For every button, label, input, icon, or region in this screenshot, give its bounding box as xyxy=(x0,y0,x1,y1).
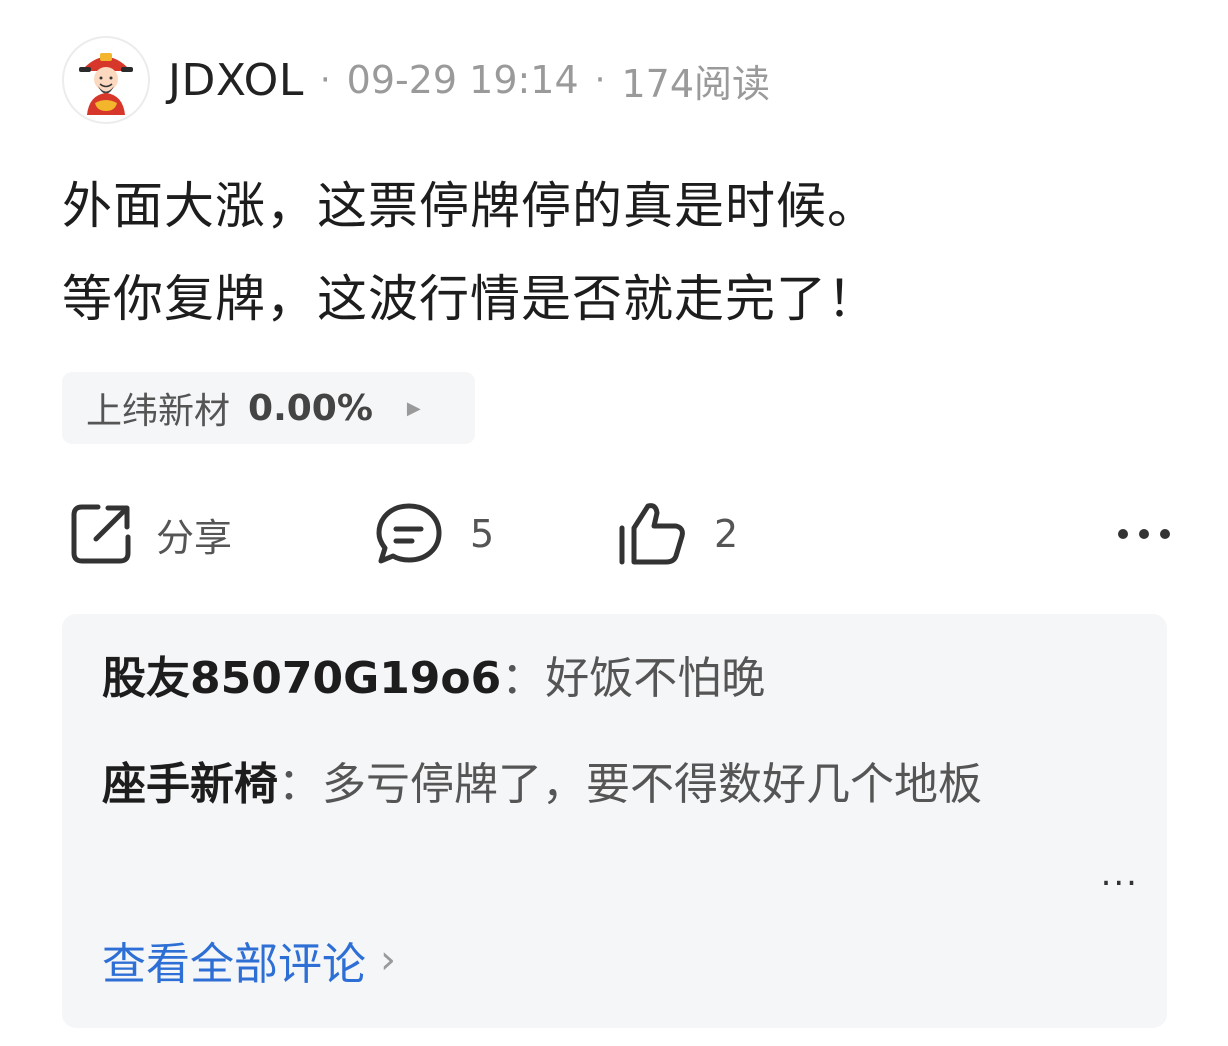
post-text-line: 外面大涨，这票停牌停的真是时候。 xyxy=(62,177,878,235)
more-options-button[interactable] xyxy=(1116,490,1172,578)
avatar-fortune-god-icon xyxy=(79,53,133,115)
post-text-line: 等你复牌，这波行情是否就走完了！ xyxy=(62,270,878,328)
post-content[interactable]: 外面大涨，这票停牌停的真是时候。 等你复牌，这波行情是否就走完了！ xyxy=(62,160,1172,346)
username[interactable]: JDXOL xyxy=(168,55,304,106)
comment-text: 多亏停牌了，要不得数好几个地板 xyxy=(322,759,982,810)
play-arrow-icon: ▶ xyxy=(406,397,421,419)
comment-item[interactable]: 座手新椅：多亏停牌了，要不得数好几个地板 xyxy=(102,748,1082,822)
stock-change: 0.00% xyxy=(248,387,373,429)
post-card: JDXOL · 09-29 19:14 · 174阅读 外面大涨，这票停牌停的真… xyxy=(0,0,1228,1046)
comments-preview: 股友85070G19o6：好饭不怕晚 座手新椅：多亏停牌了，要不得数好几个地板 … xyxy=(62,614,1167,1028)
share-icon xyxy=(71,504,131,564)
comment-icon xyxy=(376,503,442,564)
comment-colon: ： xyxy=(278,759,322,810)
meta-separator: · xyxy=(594,60,606,100)
share-button[interactable]: 分享 xyxy=(68,490,232,578)
comment-count: 5 xyxy=(470,512,495,556)
view-all-label: 查看全部评论 xyxy=(102,939,366,990)
post-timestamp: 09-29 19:14 xyxy=(346,58,579,102)
chevron-right-icon: › xyxy=(380,937,396,983)
read-count: 174阅读 xyxy=(621,61,771,106)
stock-name: 上纬新材 xyxy=(86,391,231,432)
like-icon xyxy=(619,503,685,565)
post-header: JDXOL · 09-29 19:14 · 174阅读 xyxy=(62,34,770,126)
comment-item[interactable]: 股友85070G19o6：好饭不怕晚 xyxy=(102,642,1082,716)
share-label: 分享 xyxy=(156,515,233,560)
avatar[interactable] xyxy=(62,36,150,124)
comment-button[interactable]: 5 xyxy=(374,490,494,578)
comment-author[interactable]: 股友85070G19o6 xyxy=(102,653,501,704)
view-all-comments-link[interactable]: 查看全部评论 › xyxy=(102,928,396,992)
action-bar: 分享 5 2 xyxy=(62,490,1172,578)
comment-author[interactable]: 座手新椅 xyxy=(102,759,278,810)
comment-colon: ： xyxy=(501,653,546,704)
comment-more-icon[interactable]: ... xyxy=(1101,854,1139,894)
more-icon xyxy=(1118,529,1170,539)
like-button[interactable]: 2 xyxy=(616,490,738,578)
like-count: 2 xyxy=(714,512,739,556)
stock-tag[interactable]: 上纬新材 0.00% ▶ xyxy=(62,372,475,444)
meta-separator: · xyxy=(319,60,331,100)
comment-text: 好饭不怕晚 xyxy=(545,653,766,704)
